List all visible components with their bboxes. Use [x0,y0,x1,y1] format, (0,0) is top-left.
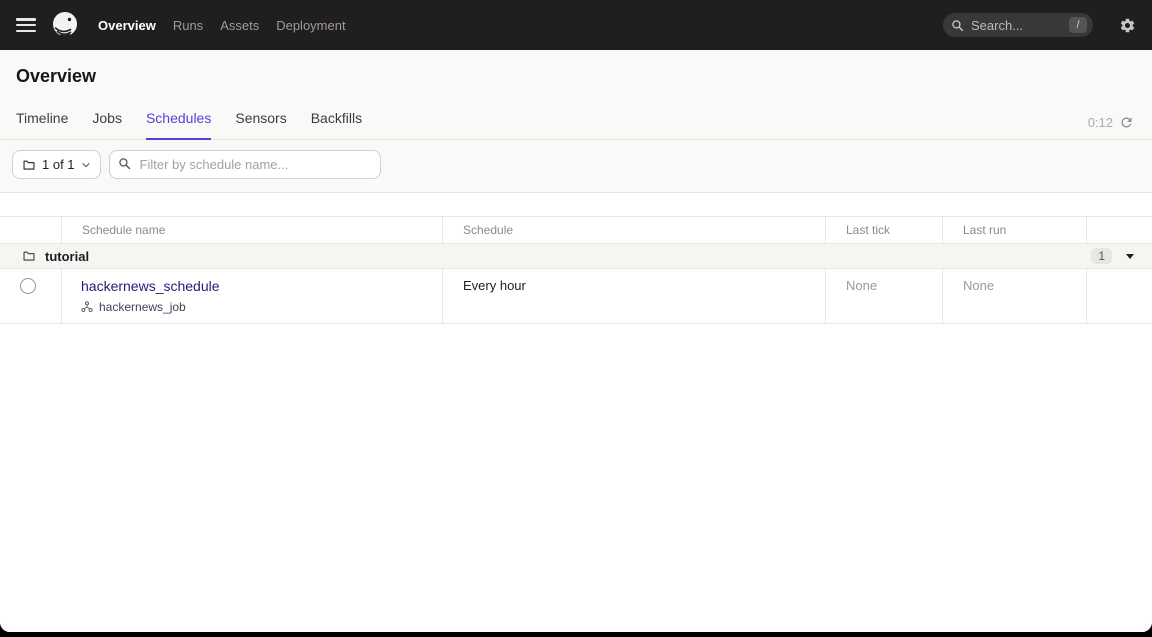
table-row: hackernews_schedule hackernews_job Every… [0,269,1152,324]
actions-cell [1087,269,1152,323]
primary-nav: Overview Runs Assets Deployment [98,18,346,33]
schedule-filter-wrap [109,150,381,179]
filter-row: 1 of 1 [0,140,1152,193]
job-line: hackernews_job [81,300,430,314]
group-row-tutorial[interactable]: tutorial 1 [0,243,1152,269]
main-panel: Overview Timeline Jobs Schedules Sensors… [0,50,1152,632]
menu-icon[interactable] [16,18,36,32]
schedule-cell: Every hour [443,269,826,323]
search-icon [951,19,964,32]
search-icon [118,157,131,170]
nav-item-runs[interactable]: Runs [173,18,203,33]
tab-timeline[interactable]: Timeline [16,110,68,140]
empty-area [0,324,1152,632]
search-placeholder: Search... [971,18,1069,33]
header-last-tick: Last tick [826,217,943,243]
table-header-row: Schedule name Schedule Last tick Last ru… [0,216,1152,243]
refresh-area: 0:12 [1088,115,1134,139]
tab-bar: Timeline Jobs Schedules Sensors Backfill… [16,110,362,139]
refresh-timer: 0:12 [1088,115,1113,130]
last-run-cell: None [943,269,1087,323]
header-schedule: Schedule [443,217,826,243]
nav-item-assets[interactable]: Assets [220,18,259,33]
schedule-name-cell: hackernews_schedule hackernews_job [62,269,443,323]
nav-item-deployment[interactable]: Deployment [276,18,345,33]
top-navbar: Overview Runs Assets Deployment Search..… [0,0,1152,50]
header-actions-col [1087,217,1152,243]
job-graph-icon [81,301,93,313]
slash-shortcut-badge: / [1069,17,1087,33]
page-title: Overview [0,50,1152,98]
page-header-section: Overview Timeline Jobs Schedules Sensors… [0,50,1152,193]
dagster-logo-icon[interactable] [51,11,79,39]
last-tick-cell: None [826,269,943,323]
schedule-filter-input[interactable] [109,150,381,179]
tab-jobs[interactable]: Jobs [92,110,122,140]
header-schedule-name: Schedule name [62,217,443,243]
tabs-row: Timeline Jobs Schedules Sensors Backfill… [0,98,1152,140]
global-search-input[interactable]: Search... / [943,13,1093,37]
group-name: tutorial [45,249,89,264]
refresh-icon[interactable] [1119,115,1134,130]
tab-schedules[interactable]: Schedules [146,110,211,140]
header-last-run: Last run [943,217,1087,243]
group-selector-button[interactable]: 1 of 1 [12,150,101,179]
nav-item-overview[interactable]: Overview [98,18,156,33]
chevron-down-icon [81,160,91,170]
settings-gear-icon[interactable] [1119,17,1136,34]
tab-backfills[interactable]: Backfills [311,110,362,140]
folder-icon [22,249,36,263]
folder-icon [22,158,36,172]
toggle-cell [0,269,62,323]
group-selector-label: 1 of 1 [42,157,75,172]
header-toggle-col [0,217,62,243]
toggle-knob [20,278,36,294]
collapse-caret-icon[interactable] [1126,254,1134,259]
spacer-strip [0,193,1152,216]
job-name-link[interactable]: hackernews_job [99,300,186,314]
schedule-name-link[interactable]: hackernews_schedule [81,278,220,294]
tab-sensors[interactable]: Sensors [235,110,286,140]
group-count-badge: 1 [1091,248,1112,264]
